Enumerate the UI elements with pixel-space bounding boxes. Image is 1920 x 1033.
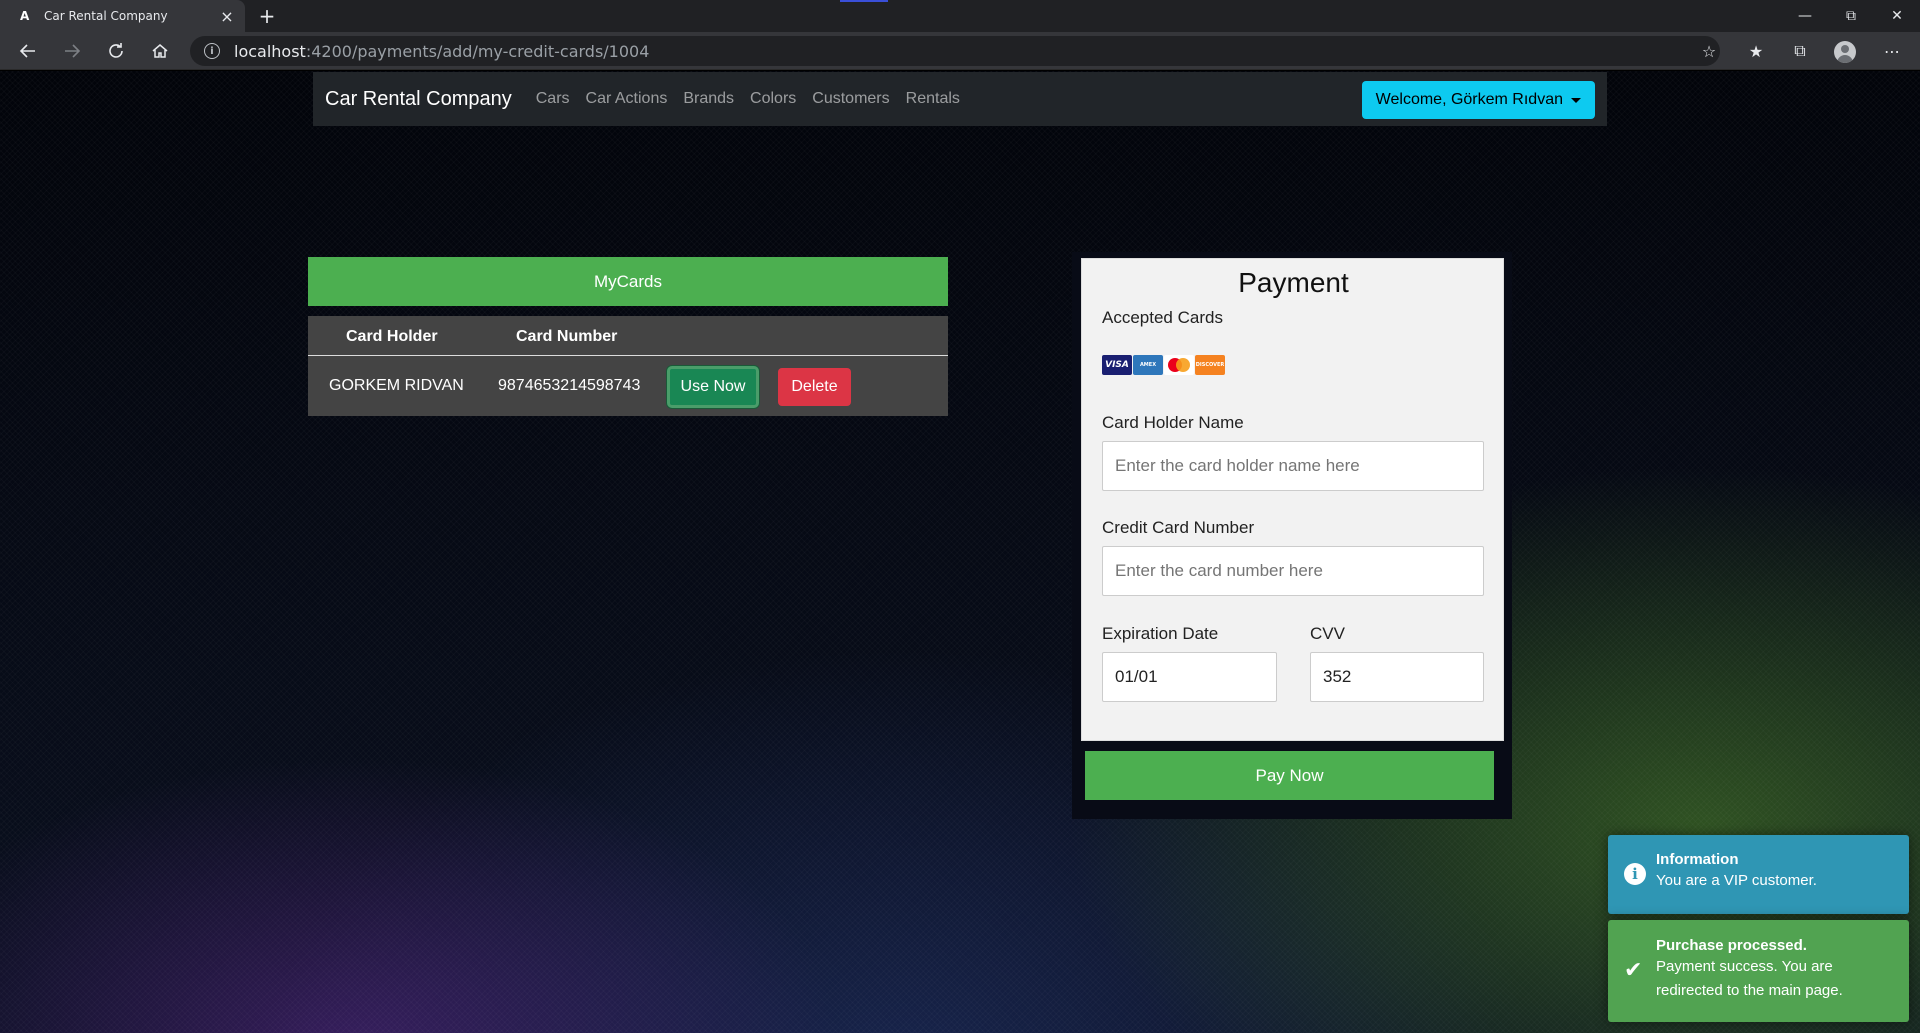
card-holder-name-label: Card Holder Name bbox=[1102, 413, 1244, 432]
welcome-label: Welcome, Görkem Rıdvan bbox=[1375, 91, 1563, 108]
profile-avatar[interactable] bbox=[1834, 41, 1856, 63]
column-header-card-number: Card Number bbox=[516, 328, 618, 345]
cvv-input[interactable] bbox=[1310, 652, 1484, 702]
mycards-button[interactable]: MyCards bbox=[308, 257, 948, 306]
forward-icon[interactable] bbox=[58, 37, 86, 65]
new-tab-button[interactable]: + bbox=[254, 3, 280, 29]
my-cards-table: Card Holder Card Number GORKEM RIDVAN 98… bbox=[308, 316, 948, 416]
app-navbar: Car Rental Company Cars Car Actions Bran… bbox=[313, 72, 1607, 126]
browser-toolbar: i localhost:4200/payments/add/my-credit-… bbox=[0, 32, 1920, 70]
loading-indicator bbox=[840, 0, 888, 2]
collections-icon[interactable]: ⧉ bbox=[1786, 37, 1814, 65]
tab-close-icon[interactable]: × bbox=[219, 7, 235, 26]
info-icon: i bbox=[1624, 863, 1646, 885]
column-header-card-holder: Card Holder bbox=[346, 328, 438, 345]
url-host: localhost bbox=[234, 41, 306, 61]
browser-tab-bar: A Car Rental Company × + — ⧉ ✕ bbox=[0, 0, 1920, 32]
success-toast[interactable]: ✔ Purchase processed. Payment success. Y… bbox=[1608, 920, 1909, 1022]
window-controls: — ⧉ ✕ bbox=[1782, 0, 1920, 32]
nav-link-cars[interactable]: Cars bbox=[536, 90, 570, 108]
nav-link-car-actions[interactable]: Car Actions bbox=[586, 90, 668, 108]
card-holder-cell: GORKEM RIDVAN bbox=[329, 377, 464, 394]
close-window-icon[interactable]: ✕ bbox=[1874, 0, 1920, 32]
payment-form: Payment Accepted Cards VISA AMEX DISCOVE… bbox=[1081, 258, 1504, 741]
payment-panel: Payment Accepted Cards VISA AMEX DISCOVE… bbox=[1072, 252, 1512, 819]
delete-button[interactable]: Delete bbox=[778, 368, 851, 406]
browser-tab[interactable]: A Car Rental Company × bbox=[0, 0, 245, 32]
amex-icon: AMEX bbox=[1133, 355, 1163, 375]
visa-icon: VISA bbox=[1102, 355, 1132, 375]
credit-card-number-label: Credit Card Number bbox=[1102, 518, 1255, 537]
card-holder-name-input[interactable] bbox=[1102, 441, 1484, 491]
home-icon[interactable] bbox=[146, 37, 174, 65]
nav-link-colors[interactable]: Colors bbox=[750, 90, 796, 108]
welcome-dropdown-button[interactable]: Welcome, Görkem Rıdvan bbox=[1361, 81, 1595, 119]
accepted-cards-label: Accepted Cards bbox=[1102, 308, 1223, 327]
toast-title: Purchase processed. bbox=[1656, 937, 1807, 954]
expiration-date-input[interactable] bbox=[1102, 652, 1277, 702]
credit-card-number-input[interactable] bbox=[1102, 546, 1484, 596]
pay-now-button[interactable]: Pay Now bbox=[1085, 751, 1494, 800]
angular-favicon-icon: A bbox=[20, 9, 30, 23]
url-path: :4200/payments/add/my-credit-cards/1004 bbox=[305, 41, 650, 61]
back-icon[interactable] bbox=[14, 37, 42, 65]
toast-title: Information bbox=[1656, 851, 1739, 868]
add-favorite-icon[interactable]: ☆ bbox=[1695, 37, 1723, 65]
brand-link[interactable]: Car Rental Company bbox=[325, 88, 512, 111]
caret-down-icon bbox=[1571, 97, 1581, 103]
minimize-icon[interactable]: — bbox=[1782, 0, 1828, 32]
address-bar[interactable]: i localhost:4200/payments/add/my-credit-… bbox=[190, 36, 1720, 66]
use-now-button[interactable]: Use Now bbox=[667, 366, 759, 408]
info-toast[interactable]: i Information You are a VIP customer. bbox=[1608, 835, 1909, 914]
site-info-icon[interactable]: i bbox=[204, 43, 220, 59]
nav-link-customers[interactable]: Customers bbox=[812, 90, 889, 108]
nav-link-rentals[interactable]: Rentals bbox=[906, 90, 960, 108]
discover-icon: DISCOVER bbox=[1195, 355, 1225, 375]
nav-link-brands[interactable]: Brands bbox=[683, 90, 734, 108]
accepted-cards-icons: VISA AMEX DISCOVER bbox=[1102, 355, 1225, 375]
page-background: Car Rental Company Cars Car Actions Bran… bbox=[0, 71, 1920, 1033]
expiration-date-label: Expiration Date bbox=[1102, 624, 1219, 643]
toast-message: You are a VIP customer. bbox=[1656, 872, 1817, 889]
favorites-icon[interactable]: ★ bbox=[1742, 37, 1770, 65]
more-menu-icon[interactable]: ⋯ bbox=[1878, 37, 1906, 65]
payment-title: Payment bbox=[1238, 267, 1349, 298]
restore-icon[interactable]: ⧉ bbox=[1828, 0, 1874, 32]
card-number-cell: 9874653214598743 bbox=[498, 377, 641, 394]
mastercard-icon bbox=[1164, 355, 1194, 375]
table-row: GORKEM RIDVAN 9874653214598743 Use Now D… bbox=[308, 356, 948, 416]
cvv-label: CVV bbox=[1310, 624, 1345, 643]
toast-message: Payment success. You are redirected to t… bbox=[1656, 958, 1843, 999]
reload-icon[interactable] bbox=[102, 37, 130, 65]
checkmark-icon: ✔ bbox=[1624, 958, 1643, 983]
table-header: Card Holder Card Number bbox=[308, 316, 948, 356]
tab-title: Car Rental Company bbox=[44, 9, 168, 23]
